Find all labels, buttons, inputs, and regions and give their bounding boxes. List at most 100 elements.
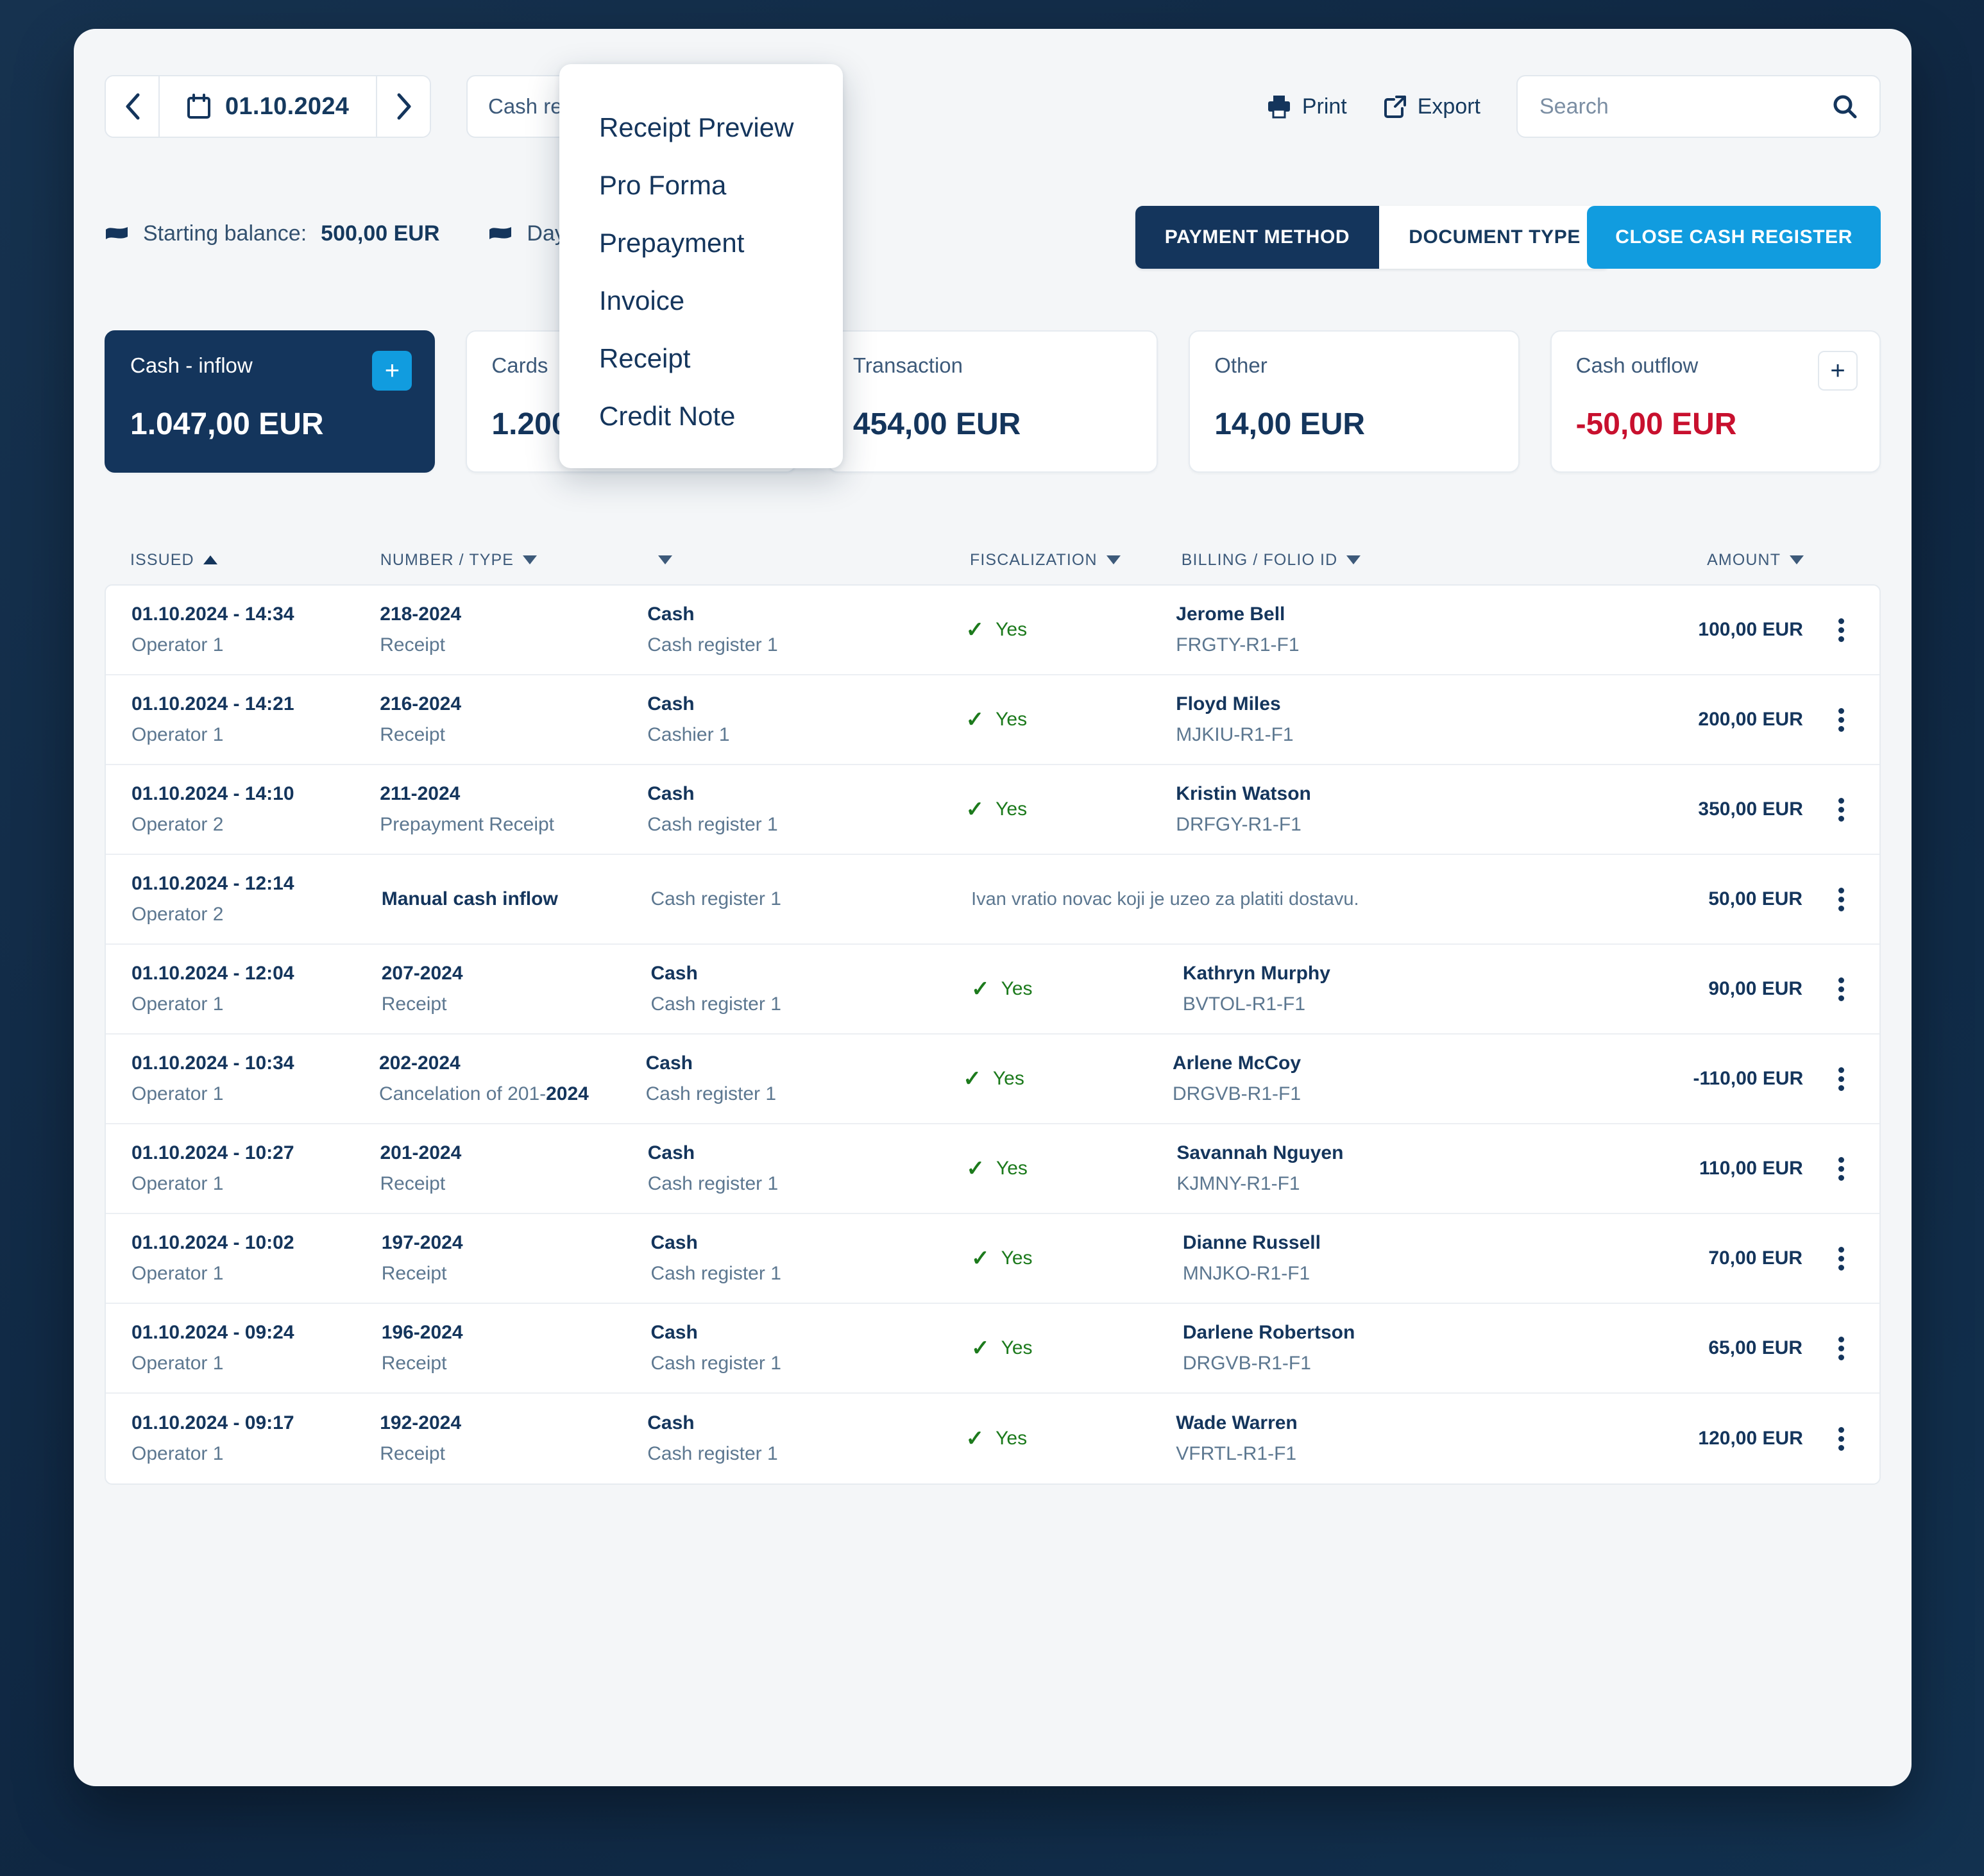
view-mode-segmented-control: PAYMENT METHOD DOCUMENT TYPE xyxy=(1135,206,1610,269)
table-row[interactable]: 01.10.2024 - 12:14 Operator 2 Manual cash … xyxy=(106,855,1879,945)
dropdown-item-prepayment[interactable]: Prepayment xyxy=(559,214,843,272)
manual-entry-note: Ivan vratio novac koji je uzeo za platit… xyxy=(971,888,1359,909)
folio-id: KJMNY-R1-F1 xyxy=(1176,1173,1300,1194)
table-row[interactable]: 01.10.2024 - 10:27 Operator 1 201-2024 Rece… xyxy=(106,1124,1879,1214)
row-actions-menu-button[interactable] xyxy=(1803,795,1879,825)
tab-document-type[interactable]: DOCUMENT TYPE xyxy=(1379,206,1610,269)
column-header-issued[interactable]: ISSUED xyxy=(105,551,380,570)
cell-billing-folio: Savannah Nguyen KJMNY-R1-F1 xyxy=(1176,1142,1699,1195)
amount-value: 100,00 EUR xyxy=(1698,619,1803,640)
folio-id: FRGTY-R1-F1 xyxy=(1176,634,1300,655)
cell-fiscalization: ✓ Yes xyxy=(966,799,1176,820)
table-row[interactable]: 01.10.2024 - 12:04 Operator 1 207-2024 Rece… xyxy=(106,945,1879,1035)
cell-amount: 65,00 EUR xyxy=(1708,1337,1802,1359)
next-day-button[interactable] xyxy=(377,76,430,137)
column-header-billing-folio-id[interactable]: BILLING / FOLIO ID xyxy=(1182,551,1707,570)
payment-source: Cash register 1 xyxy=(650,1263,781,1284)
cell-amount: -110,00 EUR xyxy=(1693,1068,1803,1090)
chevron-right-icon xyxy=(397,93,411,120)
add-entry-button[interactable]: + xyxy=(1818,351,1858,391)
issued-operator: Operator 1 xyxy=(131,634,224,655)
document-type: Receipt xyxy=(380,1443,445,1464)
dropdown-item-pro-forma[interactable]: Pro Forma xyxy=(559,156,843,214)
issued-datetime: 01.10.2024 - 09:24 xyxy=(131,1322,294,1343)
cell-payment-method: Cash Cash register 1 xyxy=(647,604,965,656)
dropdown-item-credit-note[interactable]: Credit Note xyxy=(559,387,843,445)
cell-amount: 100,00 EUR xyxy=(1698,619,1802,641)
payment-method: Cash xyxy=(650,1232,698,1253)
column-header-number-type[interactable]: NUMBER / TYPE xyxy=(380,551,650,570)
kebab-icon xyxy=(1838,615,1844,645)
cell-payment-method: Cash Cash register 1 xyxy=(650,1232,971,1285)
table-row[interactable]: 01.10.2024 - 14:10 Operator 2 211-2024 Prep… xyxy=(106,765,1879,855)
table-row[interactable]: 01.10.2024 - 14:34 Operator 1 218-2024 Rece… xyxy=(106,586,1879,675)
sort-descending-icon xyxy=(658,555,673,564)
summary-card-label: Cash - inflow xyxy=(130,353,253,377)
document-number: 216-2024 xyxy=(380,693,462,714)
column-header-amount[interactable]: AMOUNT xyxy=(1707,551,1804,570)
summary-card-value: 1.047,00 EUR xyxy=(130,407,324,441)
dropdown-item-receipt-preview[interactable]: Receipt Preview xyxy=(559,99,843,156)
row-actions-menu-button[interactable] xyxy=(1803,705,1879,735)
table-row[interactable]: 01.10.2024 - 10:34 Operator 1 202-2024 Canc… xyxy=(106,1035,1879,1124)
previous-day-button[interactable] xyxy=(106,76,158,137)
close-cash-register-button[interactable]: CLOSE CASH REGISTER xyxy=(1587,206,1881,269)
summary-card: Cash - inflow 1.047,00 EUR + xyxy=(105,330,436,473)
toolbar-actions: Print Export Search xyxy=(1266,75,1881,138)
column-header-payment-method[interactable] xyxy=(649,555,970,564)
summary-card: Cash outflow -50,00 EUR + xyxy=(1550,330,1881,473)
billing-name: Darlene Robertson xyxy=(1182,1322,1355,1343)
row-actions-menu-button[interactable] xyxy=(1802,974,1879,1004)
tab-payment-method[interactable]: PAYMENT METHOD xyxy=(1135,206,1380,269)
document-type: Receipt xyxy=(380,724,445,745)
summary-cards: Cash - inflow 1.047,00 EUR + Cards 1.200,00 … xyxy=(105,330,1881,473)
dropdown-item-receipt[interactable]: Receipt xyxy=(559,330,843,387)
export-button[interactable]: Export xyxy=(1383,94,1480,119)
document-number: 197-2024 xyxy=(381,1232,463,1253)
amount-value: 50,00 EUR xyxy=(1708,888,1803,909)
table-row[interactable]: 01.10.2024 - 09:17 Operator 1 192-2024 Rece… xyxy=(106,1394,1879,1483)
kebab-icon xyxy=(1838,705,1844,735)
dropdown-item-invoice[interactable]: Invoice xyxy=(559,272,843,330)
cell-issued: 01.10.2024 - 10:27 Operator 1 xyxy=(106,1142,380,1195)
search-box[interactable]: Search xyxy=(1516,75,1881,138)
table-row[interactable]: 01.10.2024 - 14:21 Operator 1 216-2024 Rece… xyxy=(106,675,1879,765)
date-field[interactable]: 01.10.2024 xyxy=(158,76,378,137)
table-row[interactable]: 01.10.2024 - 10:02 Operator 1 197-2024 Rece… xyxy=(106,1214,1879,1304)
payment-source: Cash register 1 xyxy=(650,1353,781,1374)
print-button[interactable]: Print xyxy=(1266,94,1347,119)
row-actions-menu-button[interactable] xyxy=(1803,1424,1879,1454)
cell-fiscalization: ✓ Yes xyxy=(971,1337,1183,1359)
fiscalization-status: Yes xyxy=(996,709,1028,730)
row-actions-menu-button[interactable] xyxy=(1802,1244,1879,1274)
issued-operator: Operator 1 xyxy=(131,993,224,1015)
summary-card-value: 454,00 EUR xyxy=(852,407,1021,441)
document-type: Receipt xyxy=(380,1173,446,1194)
row-actions-menu-button[interactable] xyxy=(1803,1064,1879,1094)
row-actions-menu-button[interactable] xyxy=(1802,884,1879,915)
folio-id: DRGVB-R1-F1 xyxy=(1182,1353,1311,1374)
cell-number-type: 192-2024 Receipt xyxy=(380,1412,647,1465)
row-actions-menu-button[interactable] xyxy=(1802,1333,1879,1364)
check-icon: ✓ xyxy=(965,618,985,642)
search-input[interactable]: Search xyxy=(1539,94,1609,119)
column-header-fiscalization[interactable]: FISCALIZATION xyxy=(970,551,1182,570)
payment-method: Cash xyxy=(645,1052,693,1074)
issued-datetime: 01.10.2024 - 12:04 xyxy=(131,963,294,984)
transactions-table: 01.10.2024 - 14:34 Operator 1 218-2024 Rece… xyxy=(105,584,1881,1485)
search-icon[interactable] xyxy=(1832,94,1858,119)
check-icon: ✓ xyxy=(963,1067,981,1091)
table-row[interactable]: 01.10.2024 - 09:24 Operator 1 196-2024 Rece… xyxy=(106,1304,1879,1394)
row-actions-menu-button[interactable] xyxy=(1803,1154,1879,1184)
row-actions-menu-button[interactable] xyxy=(1803,615,1879,645)
cell-number-type: 196-2024 Receipt xyxy=(382,1322,651,1374)
sort-descending-icon xyxy=(1346,555,1361,564)
fiscalization-status: Yes xyxy=(996,799,1028,820)
printer-icon xyxy=(1268,96,1290,119)
issued-datetime: 01.10.2024 - 10:34 xyxy=(131,1052,294,1074)
add-entry-button[interactable]: + xyxy=(372,351,412,391)
fiscalization-status: Yes xyxy=(992,1068,1024,1089)
amount-value: 200,00 EUR xyxy=(1698,709,1803,730)
check-icon: ✓ xyxy=(971,1336,990,1360)
kebab-icon xyxy=(1838,1244,1844,1274)
